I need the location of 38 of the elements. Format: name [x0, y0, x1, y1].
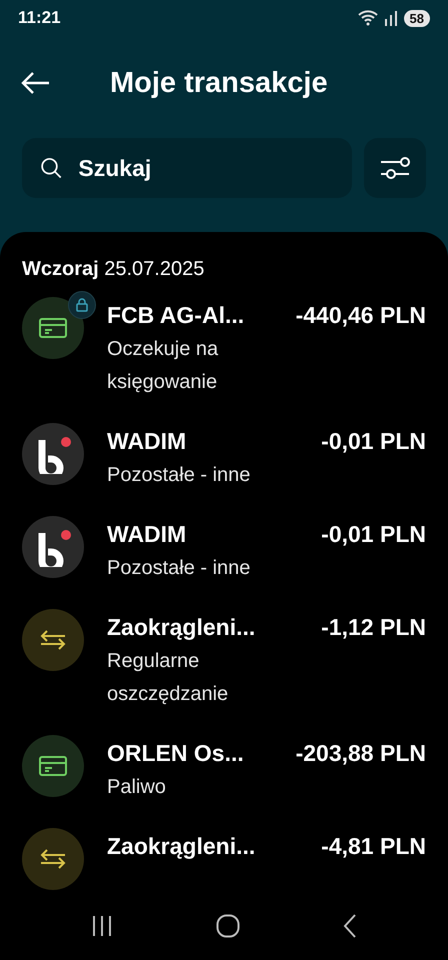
- transaction-amount: -440,46 PLN: [294, 301, 426, 330]
- search-icon: [40, 155, 62, 181]
- transfer-arrows-icon: [39, 849, 67, 869]
- date-heading: Wczoraj 25.07.2025: [22, 258, 206, 281]
- transaction-title: WADIM: [107, 520, 188, 549]
- transaction-title: ORLEN Os...: [107, 739, 245, 768]
- home-icon[interactable]: [216, 914, 240, 938]
- transaction-category: Oczekuje na księgowanie: [107, 337, 220, 395]
- search-field[interactable]: Szukaj: [22, 138, 352, 198]
- status-time: 11:21: [18, 8, 61, 28]
- transaction-category: Pozostałe - inne: [107, 556, 252, 581]
- transaction-title: FCB AG-Al...: [107, 301, 246, 330]
- transaction-amount: -0,01 PLN: [320, 520, 426, 549]
- back-button[interactable]: [20, 71, 50, 95]
- filter-button[interactable]: [364, 138, 426, 198]
- page-title: Moje transakcje: [110, 66, 328, 100]
- transaction-amount: -0,01 PLN: [320, 427, 426, 456]
- recent-apps-icon[interactable]: [91, 915, 114, 937]
- card-icon: [38, 754, 68, 778]
- lock-badge: [68, 291, 96, 319]
- transaction-title: WADIM: [107, 427, 188, 456]
- signal-icon: [384, 10, 398, 26]
- transaction-amount: -1,12 PLN: [320, 613, 426, 642]
- wifi-icon: [358, 10, 378, 26]
- card-icon: [38, 316, 68, 340]
- transaction-category: Regularne oszczędzanie: [107, 649, 230, 707]
- transaction-title: Zaokrągleni...: [107, 832, 256, 861]
- transaction-amount: -4,81 PLN: [320, 832, 426, 861]
- transaction-title: Zaokrągleni...: [107, 613, 256, 642]
- back-arrow-icon: [20, 71, 50, 95]
- transfer-arrows-icon: [39, 630, 67, 650]
- battery-level: 58: [404, 10, 430, 26]
- back-nav-icon[interactable]: [342, 914, 357, 938]
- transaction-amount: -203,88 PLN: [294, 739, 426, 768]
- search-input[interactable]: Szukaj: [76, 154, 334, 182]
- transaction-category: Paliwo: [107, 775, 167, 800]
- transaction-category: Pozostałe - inne: [107, 463, 252, 488]
- filter-icon: [380, 154, 410, 182]
